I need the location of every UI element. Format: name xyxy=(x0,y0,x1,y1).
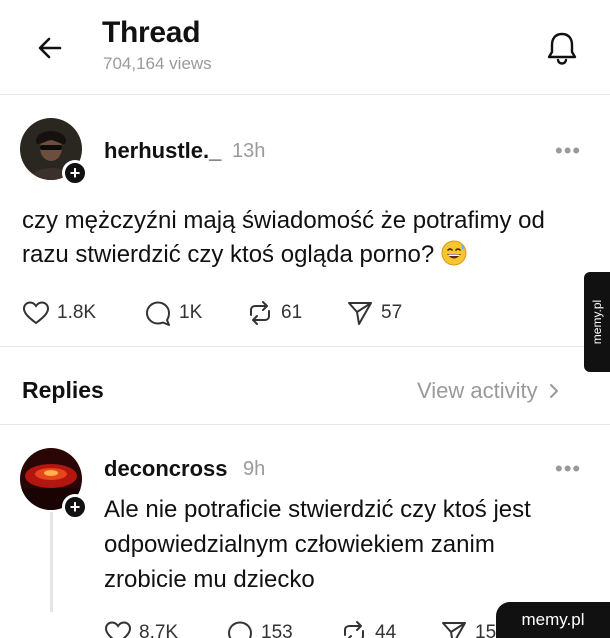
post-divider xyxy=(0,346,610,347)
thread-connector-line xyxy=(50,512,53,612)
reply-share-count: 15 xyxy=(475,622,497,638)
page-title: Thread xyxy=(102,16,201,49)
reply-repost-button[interactable]: 44 xyxy=(340,620,396,638)
repost-count: 61 xyxy=(281,302,303,323)
reply-like-button[interactable]: 8.7K xyxy=(104,620,178,638)
reply-body: Ale nie potraficie stwierdzić czy ktoś j… xyxy=(104,496,531,593)
reply-username[interactable]: deconcross xyxy=(104,456,228,482)
reply-comment-button[interactable]: 153 xyxy=(226,620,293,638)
like-count: 1.8K xyxy=(57,302,97,323)
post-username[interactable]: herhustle._ xyxy=(104,138,221,164)
notifications-button[interactable] xyxy=(538,24,586,72)
corner-watermark: memy.pl xyxy=(496,602,610,638)
reply-time: 9h xyxy=(243,458,266,480)
post-share-button[interactable]: 57 xyxy=(346,300,402,326)
post-text: czy mężczyźni mają świadomość że potrafi… xyxy=(22,204,592,272)
post-comment-button[interactable]: 1K xyxy=(144,300,202,326)
view-count: 704,164 views xyxy=(103,54,212,73)
back-button[interactable] xyxy=(30,28,70,68)
replies-heading: Replies xyxy=(22,377,104,403)
reply-comment-count: 153 xyxy=(261,622,293,638)
view-activity-link[interactable]: View activity xyxy=(417,378,560,404)
heart-icon xyxy=(22,301,50,325)
repost-icon xyxy=(250,301,270,325)
reply-repost-icon xyxy=(344,621,364,638)
follow-plus-icon[interactable]: + xyxy=(62,160,88,186)
bell-icon xyxy=(547,32,577,65)
header-divider xyxy=(0,94,610,95)
side-watermark: memy.pl xyxy=(584,272,610,372)
view-activity-label: View activity xyxy=(417,378,538,403)
grinning-sweat-emoji-icon xyxy=(441,240,467,266)
post-time: 13h xyxy=(232,140,266,162)
comment-icon xyxy=(146,301,170,326)
reply-follow-plus-icon[interactable]: + xyxy=(62,494,88,520)
post-repost-button[interactable]: 61 xyxy=(246,300,302,326)
chevron-right-icon xyxy=(549,384,558,398)
reply-repost-count: 44 xyxy=(375,622,397,638)
reply-share-button[interactable]: 15 xyxy=(440,620,496,638)
arrow-left-icon xyxy=(38,37,62,59)
post-more-icon[interactable]: ••• xyxy=(555,138,581,164)
reply-comment-icon xyxy=(228,621,252,638)
comment-count: 1K xyxy=(179,302,203,323)
send-icon xyxy=(348,302,372,325)
thread-header: Thread 704,164 views xyxy=(0,0,610,92)
replies-divider xyxy=(0,424,610,425)
share-count: 57 xyxy=(381,302,403,323)
reply-more-icon[interactable]: ••• xyxy=(555,456,581,482)
reply-like-count: 8.7K xyxy=(139,622,179,638)
side-watermark-text: memy.pl xyxy=(590,299,605,345)
reply-send-icon xyxy=(442,622,466,638)
post-like-button[interactable]: 1.8K xyxy=(22,300,96,326)
reply-heart-icon xyxy=(104,621,132,638)
